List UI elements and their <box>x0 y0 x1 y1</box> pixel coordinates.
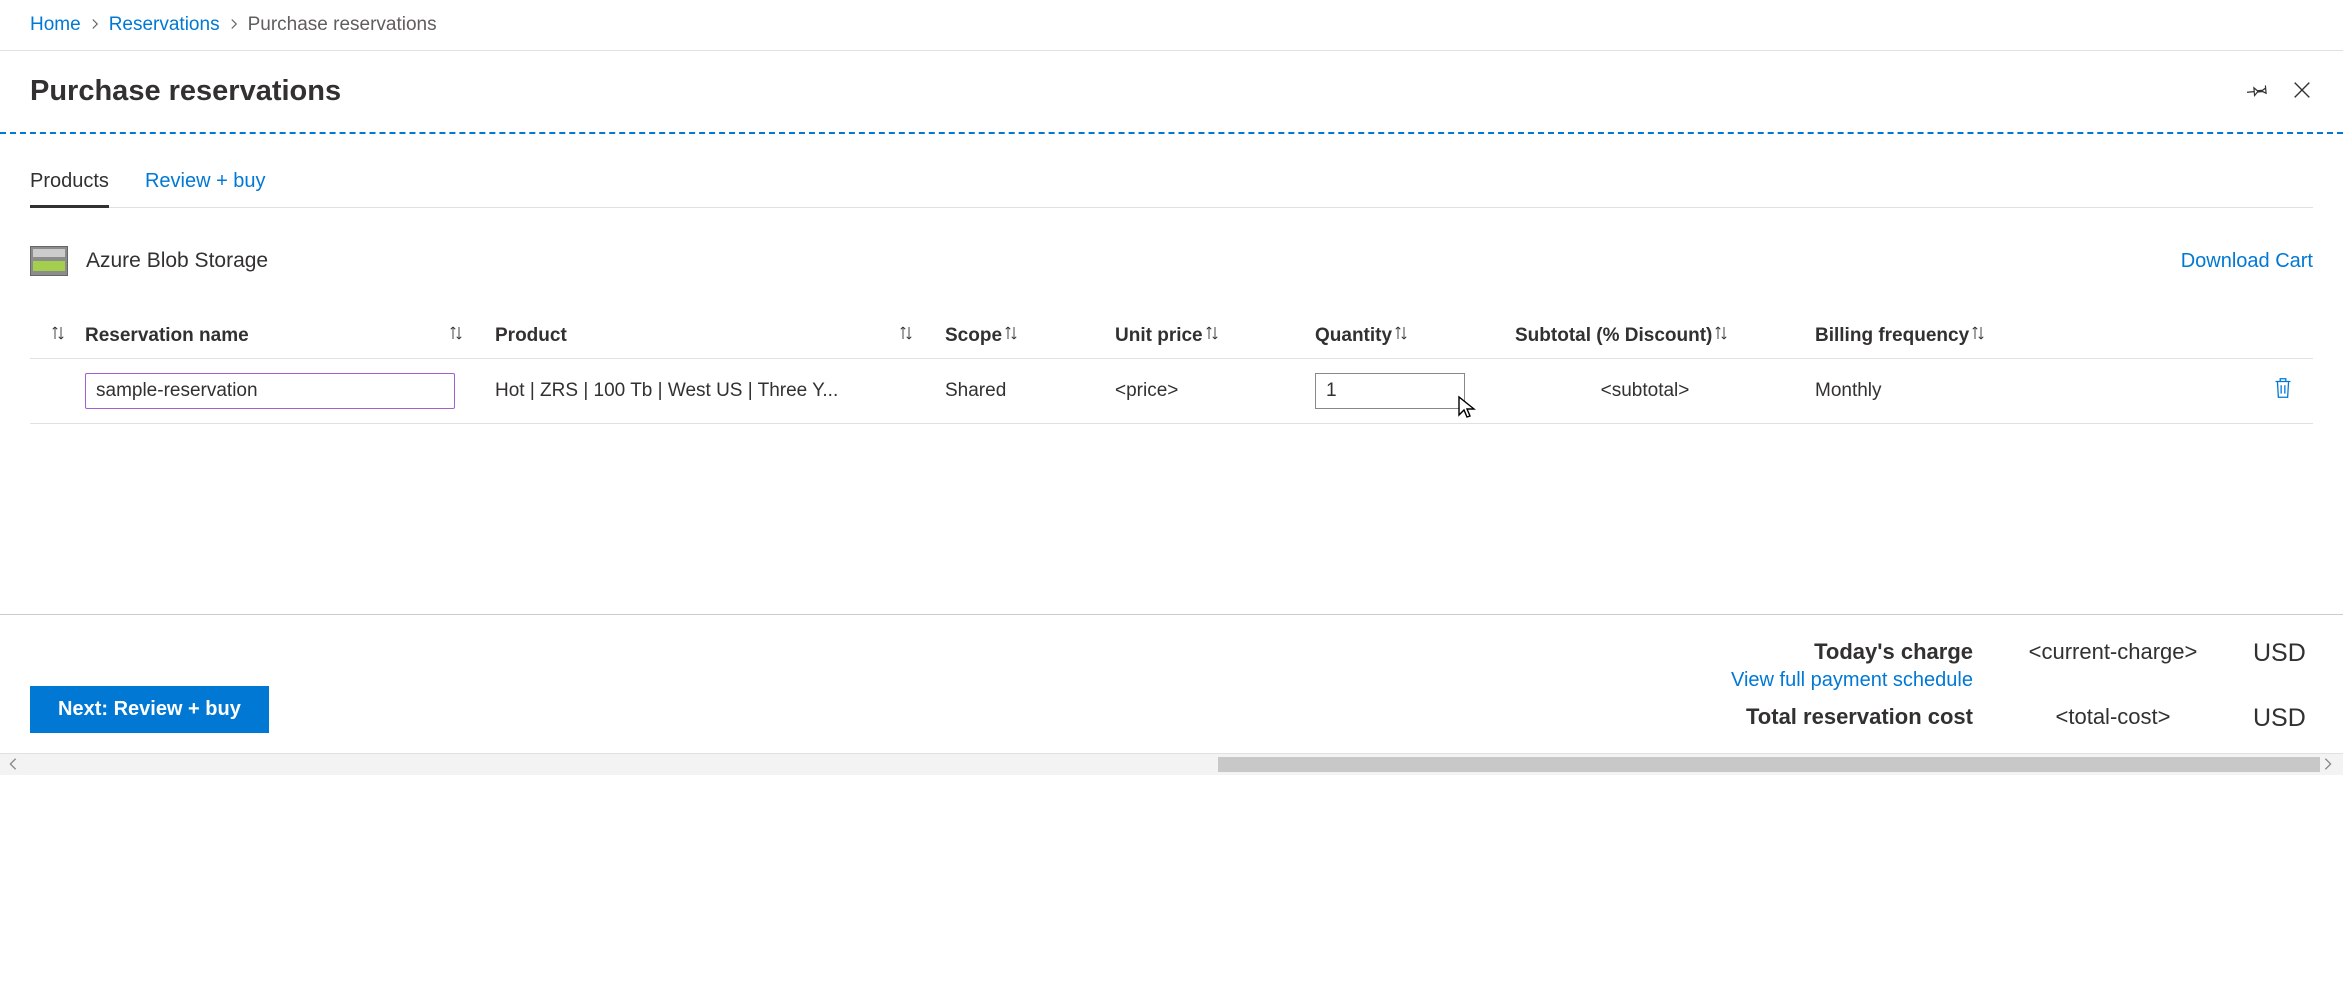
page-header: Purchase reservations <box>0 51 2343 134</box>
sort-icon[interactable] <box>1002 324 1020 348</box>
subtotal-text: <subtotal> <box>1601 380 1690 401</box>
header-unit-price[interactable]: Unit price <box>1115 325 1203 347</box>
currency-label: USD <box>2253 704 2313 733</box>
delete-icon[interactable] <box>2271 375 2295 407</box>
horizontal-scrollbar[interactable] <box>0 753 2343 775</box>
quantity-input[interactable] <box>1315 373 1465 409</box>
breadcrumb-current: Purchase reservations <box>248 14 437 36</box>
sort-icon[interactable] <box>447 324 465 348</box>
close-icon[interactable] <box>2291 79 2313 104</box>
table-row: Hot | ZRS | 100 Tb | West US | Three Y..… <box>30 359 2313 424</box>
download-cart-link[interactable]: Download Cart <box>2181 250 2313 273</box>
total-cost-value: <total-cost> <box>2003 704 2223 730</box>
breadcrumb: Home Reservations Purchase reservations <box>0 0 2343 51</box>
pin-icon[interactable] <box>2247 79 2269 104</box>
sort-icon[interactable] <box>1969 324 1987 348</box>
chevron-right-icon <box>89 14 101 36</box>
sort-icon[interactable] <box>1203 324 1221 348</box>
billing-frequency-text: Monthly <box>1815 380 1882 401</box>
reservation-name-input[interactable] <box>85 373 455 409</box>
product-text: Hot | ZRS | 100 Tb | West US | Three Y..… <box>495 380 838 402</box>
todays-charge-label: Today's charge <box>1814 639 1973 664</box>
chevron-right-icon <box>228 14 240 36</box>
tab-review-buy[interactable]: Review + buy <box>145 170 266 208</box>
scroll-left-icon[interactable] <box>6 757 22 773</box>
footer: Next: Review + buy Today's charge View f… <box>0 614 2343 753</box>
sort-icon[interactable] <box>897 324 915 348</box>
sort-icon[interactable] <box>1712 324 1730 348</box>
reservations-grid: Reservation name Product Scope Unit pric… <box>30 314 2313 424</box>
storage-icon <box>30 246 68 276</box>
sort-icon[interactable] <box>1392 324 1410 348</box>
header-billing-frequency[interactable]: Billing frequency <box>1815 325 1969 347</box>
header-product[interactable]: Product <box>495 325 567 347</box>
view-payment-schedule-link[interactable]: View full payment schedule <box>1633 669 1973 692</box>
tabs: Products Review + buy <box>30 170 2313 208</box>
header-scope[interactable]: Scope <box>945 325 1002 347</box>
scope-text: Shared <box>945 380 1006 401</box>
header-quantity[interactable]: Quantity <box>1315 325 1392 347</box>
header-reservation-name[interactable]: Reservation name <box>85 325 249 347</box>
next-review-buy-button[interactable]: Next: Review + buy <box>30 686 269 733</box>
scrollbar-thumb[interactable] <box>1218 757 2319 772</box>
breadcrumb-reservations[interactable]: Reservations <box>109 14 220 36</box>
total-cost-label: Total reservation cost <box>1746 704 1973 729</box>
unit-price-text: <price> <box>1115 380 1178 401</box>
breadcrumb-home[interactable]: Home <box>30 14 81 36</box>
page-title: Purchase reservations <box>30 75 2247 108</box>
service-name: Azure Blob Storage <box>86 249 268 273</box>
grid-header-row: Reservation name Product Scope Unit pric… <box>30 314 2313 359</box>
sort-icon[interactable] <box>49 324 67 348</box>
header-subtotal[interactable]: Subtotal (% Discount) <box>1515 325 1712 347</box>
todays-charge-value: <current-charge> <box>2003 639 2223 665</box>
currency-label: USD <box>2253 639 2313 668</box>
scroll-right-icon[interactable] <box>2321 757 2337 773</box>
tab-products[interactable]: Products <box>30 170 109 208</box>
